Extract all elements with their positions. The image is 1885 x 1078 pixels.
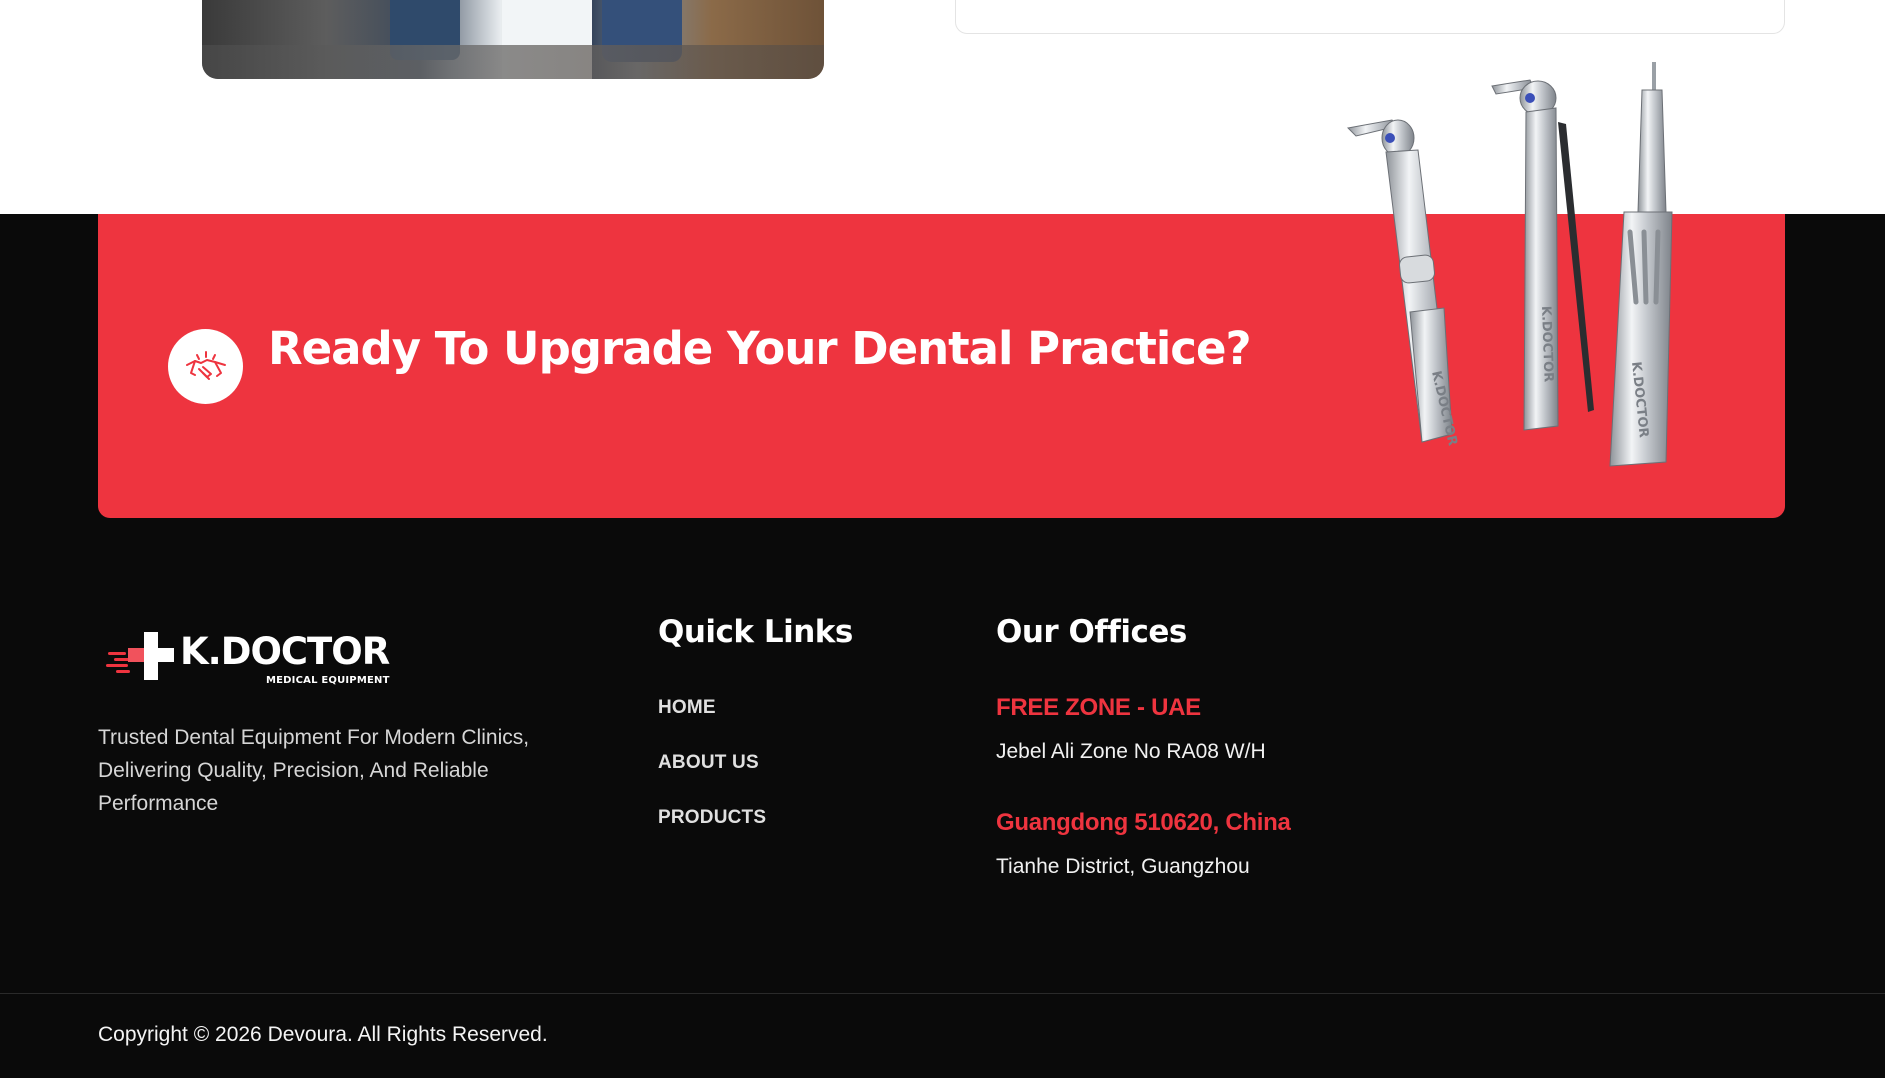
quick-links-title: Quick Links (658, 614, 853, 650)
footer-link-home[interactable]: HOME (658, 697, 716, 719)
handpiece-right: K.DOCTOR (1609, 62, 1673, 467)
dental-handpieces-image: K.DOCTOR K.DOCTOR K.DOCTOR (1346, 62, 1673, 467)
handshake-svg (185, 350, 226, 380)
footer-link-about-us[interactable]: ABOUT US (658, 752, 759, 774)
brand-tagline: MEDICAL EQUIPMENT (266, 675, 390, 686)
brand-name: K.DOCTOR (180, 630, 390, 673)
office-name-uae: FREE ZONE - UAE (996, 694, 1201, 721)
office-address-china: Tianhe District, Guangzhou (996, 855, 1250, 878)
copyright-text: Copyright © 2026 Devoura. All Rights Res… (98, 1023, 548, 1046)
info-card (955, 0, 1785, 34)
photo-floor (202, 45, 824, 79)
offices-title: Our Offices (996, 614, 1187, 650)
medical-cross-icon (106, 632, 174, 680)
handshake-icon (168, 329, 243, 404)
footer-link-products[interactable]: PRODUCTS (658, 807, 766, 829)
footer-divider (0, 993, 1885, 994)
office-address-uae: Jebel Ali Zone No RA08 W/H (996, 740, 1266, 763)
brand-description: Trusted Dental Equipment For Modern Clin… (98, 726, 530, 815)
brand-logo[interactable]: K.DOCTOR MEDICAL EQUIPMENT (106, 628, 396, 690)
team-photo (202, 0, 824, 79)
handpiece-middle-label: K.DOCTOR (1538, 306, 1556, 383)
cta-title: Ready To Upgrade Your Dental Practice? (268, 322, 1252, 375)
office-name-china: Guangdong 510620, China (996, 809, 1291, 836)
handpiece-middle: K.DOCTOR (1491, 79, 1594, 431)
handpiece-left: K.DOCTOR (1346, 119, 1460, 447)
